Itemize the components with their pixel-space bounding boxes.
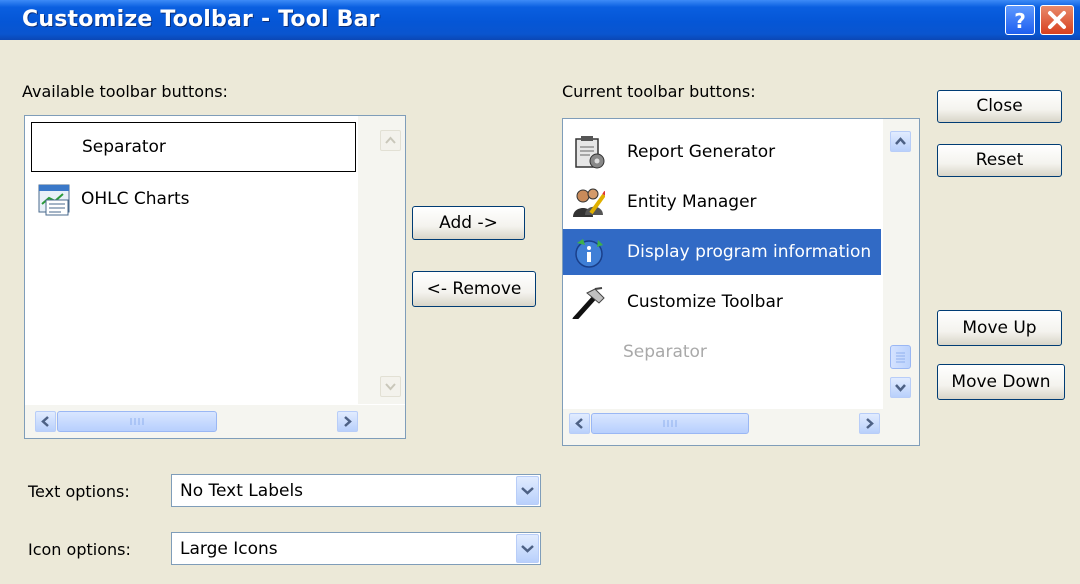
chevron-right-icon xyxy=(344,416,352,427)
available-vscrollbar[interactable] xyxy=(358,116,405,404)
close-icon xyxy=(1048,11,1066,29)
scroll-left-button[interactable] xyxy=(35,411,56,432)
scroll-down-button[interactable] xyxy=(890,377,911,398)
svg-text:?: ? xyxy=(1014,9,1026,33)
add-button[interactable]: Add -> xyxy=(412,206,525,240)
close-window-button[interactable] xyxy=(1040,5,1074,35)
scroll-thumb[interactable] xyxy=(890,345,911,369)
text-options-label: Text options: xyxy=(28,482,130,501)
available-label: Available toolbar buttons: xyxy=(22,82,228,101)
scroll-thumb[interactable] xyxy=(591,413,749,434)
chevron-left-icon xyxy=(575,418,583,429)
move-up-button[interactable]: Move Up xyxy=(937,310,1062,346)
remove-button[interactable]: <- Remove xyxy=(412,271,536,307)
grip-icon xyxy=(896,352,905,363)
dropdown-button[interactable] xyxy=(516,534,539,563)
list-item-label: OHLC Charts xyxy=(81,189,190,209)
chevron-down-icon xyxy=(385,383,396,391)
list-item[interactable]: Entity Manager xyxy=(563,179,888,225)
close-button[interactable]: Close xyxy=(937,90,1062,123)
scroll-right-button[interactable] xyxy=(859,413,880,434)
ohlc-chart-icon xyxy=(38,184,70,216)
available-listbox[interactable]: Separator OHLC Charts xyxy=(24,115,406,439)
icon-options-value: Large Icons xyxy=(180,539,278,559)
program-info-icon xyxy=(575,239,603,268)
list-item[interactable]: OHLC Charts xyxy=(25,176,355,222)
list-item-label: Separator xyxy=(623,342,707,362)
current-hscrollbar[interactable] xyxy=(563,409,919,445)
text-options-value: No Text Labels xyxy=(180,481,304,501)
scroll-up-button[interactable] xyxy=(890,131,911,152)
chevron-left-icon xyxy=(41,416,49,427)
scroll-thumb[interactable] xyxy=(57,411,217,432)
list-item-selected[interactable]: Display program information xyxy=(563,229,881,275)
available-hscrollbar[interactable] xyxy=(25,405,405,438)
chevron-up-icon xyxy=(895,137,906,145)
title-bar[interactable]: Customize Toolbar - Tool Bar ? xyxy=(0,0,1080,40)
current-label: Current toolbar buttons: xyxy=(562,82,756,101)
chevron-up-icon xyxy=(385,136,396,144)
list-item[interactable]: Separator xyxy=(31,122,356,172)
reset-button[interactable]: Reset xyxy=(937,144,1062,177)
list-item[interactable]: Customize Toolbar xyxy=(563,279,888,325)
current-vscrollbar[interactable] xyxy=(883,119,919,409)
scroll-right-button[interactable] xyxy=(337,411,358,432)
entity-manager-icon xyxy=(573,188,605,217)
list-item[interactable]: Separator xyxy=(563,329,888,375)
window-title: Customize Toolbar - Tool Bar xyxy=(22,7,380,32)
current-listbox[interactable]: Report Generator Entity Manager Display … xyxy=(562,118,920,446)
dropdown-button[interactable] xyxy=(516,476,539,505)
grip-icon xyxy=(663,420,677,427)
list-item-label: Customize Toolbar xyxy=(627,292,783,312)
hammer-icon xyxy=(572,287,605,319)
scroll-down-button[interactable] xyxy=(380,376,401,397)
move-down-button[interactable]: Move Down xyxy=(937,364,1065,400)
chevron-down-icon xyxy=(895,384,906,392)
list-item-label: Entity Manager xyxy=(627,192,757,212)
chevron-down-icon xyxy=(521,545,534,553)
list-item-label: Separator xyxy=(82,137,166,157)
grip-icon xyxy=(130,418,144,425)
report-generator-icon xyxy=(575,136,605,169)
help-icon: ? xyxy=(1014,9,1026,33)
icon-options-label: Icon options: xyxy=(28,540,131,559)
chevron-right-icon xyxy=(866,418,874,429)
list-item-label: Display program information xyxy=(627,242,872,262)
icon-options-select[interactable]: Large Icons xyxy=(171,532,541,565)
scroll-left-button[interactable] xyxy=(569,413,590,434)
list-item-label: Report Generator xyxy=(627,142,776,162)
text-options-select[interactable]: No Text Labels xyxy=(171,474,541,507)
scroll-up-button[interactable] xyxy=(380,130,401,151)
help-button[interactable]: ? xyxy=(1005,5,1035,35)
chevron-down-icon xyxy=(521,487,534,495)
customize-toolbar-dialog: Customize Toolbar - Tool Bar ? Available… xyxy=(0,0,1080,584)
list-item[interactable]: Report Generator xyxy=(563,129,888,175)
